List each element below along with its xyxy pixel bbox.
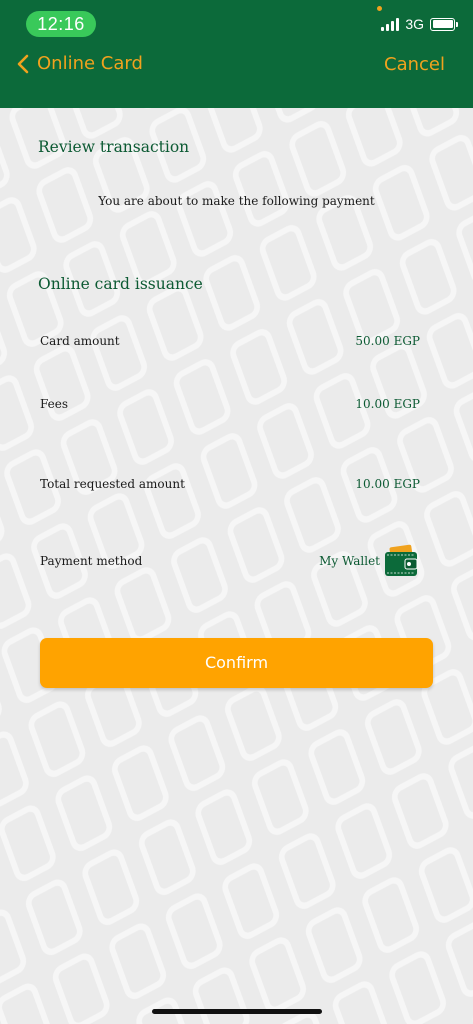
issuance-title: Online card issuance	[38, 275, 203, 293]
battery-icon	[430, 17, 458, 31]
total-amount-value: 10.00 EGP	[355, 477, 420, 491]
chevron-left-icon	[17, 54, 29, 73]
wallet-icon	[385, 544, 418, 576]
network-type: 3G	[405, 16, 424, 32]
confirm-button[interactable]: Confirm	[40, 638, 433, 688]
back-button-label: Online Card	[37, 53, 143, 74]
payment-method-label: Payment method	[40, 554, 143, 568]
signal-icon	[381, 17, 400, 31]
cancel-button[interactable]: Cancel	[384, 54, 445, 75]
fees-value: 10.00 EGP	[355, 397, 420, 411]
status-time: 12:16	[26, 11, 96, 37]
app-header: 12:16 3G Online Card Cancel	[0, 0, 473, 108]
review-subtitle: You are about to make the following paym…	[98, 194, 375, 208]
card-amount-value: 50.00 EGP	[355, 334, 420, 348]
home-indicator[interactable]	[152, 1009, 322, 1014]
payment-method-name: My Wallet	[319, 554, 380, 568]
privacy-indicator-dot	[377, 6, 382, 11]
card-amount-label: Card amount	[40, 334, 120, 348]
review-title: Review transaction	[38, 138, 190, 156]
status-icons: 3G	[381, 14, 458, 34]
fees-label: Fees	[40, 397, 69, 411]
back-button[interactable]: Online Card	[16, 53, 143, 74]
payment-method-value: My Wallet	[319, 544, 419, 578]
total-amount-label: Total requested amount	[40, 477, 185, 491]
